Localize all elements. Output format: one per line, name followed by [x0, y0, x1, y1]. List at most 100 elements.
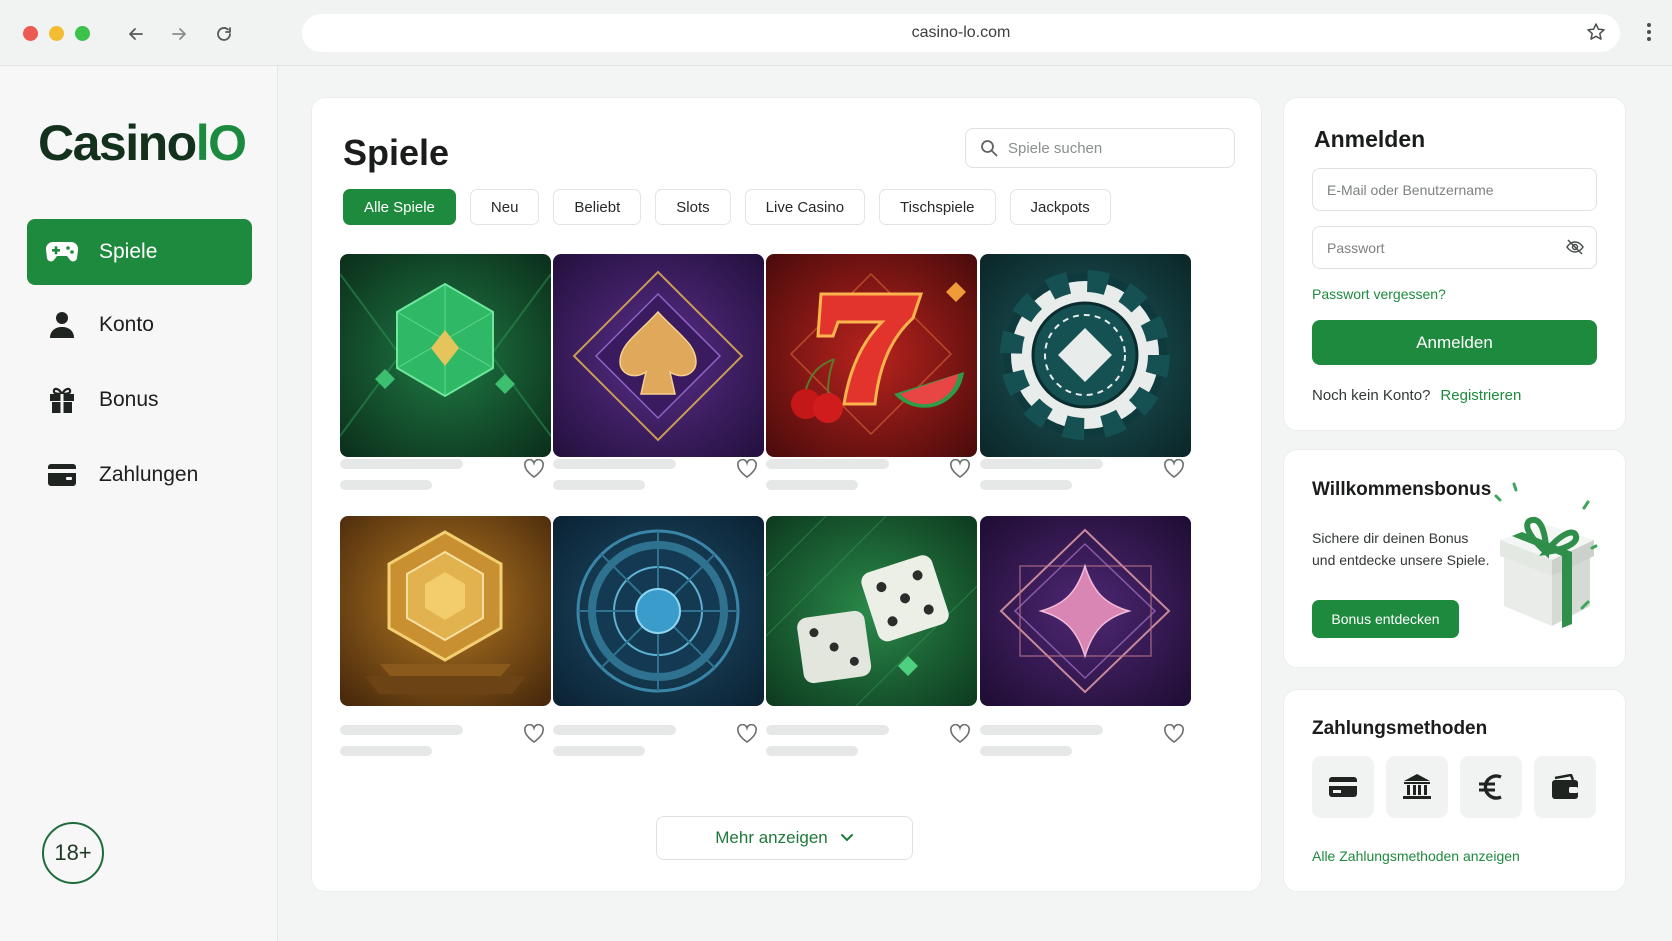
gift-icon: [45, 385, 79, 415]
favorite-heart-icon[interactable]: [949, 459, 971, 479]
search-placeholder: Spiele suchen: [1008, 139, 1103, 157]
game-card[interactable]: [340, 516, 551, 756]
sidebar-item-spiele[interactable]: Spiele: [27, 219, 252, 285]
favorite-heart-icon[interactable]: [523, 459, 545, 479]
casino-logo[interactable]: CasinolO: [38, 114, 247, 172]
close-window-button[interactable]: [23, 26, 38, 41]
subtitle-placeholder: [766, 746, 858, 756]
bonus-title: Willkommensbonus: [1312, 479, 1492, 500]
login-button[interactable]: Anmelden: [1312, 320, 1597, 365]
age-restriction-badge: 18+: [42, 822, 104, 884]
user-icon: [45, 310, 79, 340]
favorite-heart-icon[interactable]: [1163, 459, 1185, 479]
lucky-seven-art[interactable]: [766, 254, 977, 457]
sidebar-item-bonus[interactable]: Bonus: [27, 367, 252, 433]
minimize-window-button[interactable]: [49, 26, 64, 41]
search-icon: [981, 140, 998, 157]
game-card[interactable]: [553, 516, 764, 756]
filter-tischspiele[interactable]: Tischspiele: [879, 189, 996, 225]
subtitle-placeholder: [980, 746, 1072, 756]
title-placeholder: [340, 459, 463, 469]
game-card[interactable]: [553, 254, 764, 490]
login-title: Anmelden: [1314, 126, 1426, 152]
filter-alle-spiele[interactable]: Alle Spiele: [343, 189, 456, 225]
spade-art[interactable]: [553, 254, 764, 457]
logo-prefix: Casino: [38, 115, 197, 171]
game-card[interactable]: [340, 254, 551, 490]
title-placeholder: [980, 725, 1103, 735]
title-placeholder: [766, 459, 889, 469]
discover-bonus-button[interactable]: Bonus entdecken: [1312, 600, 1459, 638]
email-field[interactable]: E-Mail oder Benutzername: [1312, 168, 1597, 211]
poker-chip-art[interactable]: [980, 254, 1191, 457]
title-placeholder: [340, 725, 463, 735]
maximize-window-button[interactable]: [75, 26, 90, 41]
register-link[interactable]: Registrieren: [1440, 387, 1521, 404]
login-panel: Anmelden E-Mail oder Benutzername Passwo…: [1283, 97, 1626, 431]
bank-icon[interactable]: [1386, 756, 1448, 818]
payments-title: Zahlungsmethoden: [1312, 718, 1488, 739]
sidebar-item-label: Bonus: [99, 388, 159, 411]
game-card[interactable]: [766, 516, 977, 756]
filter-live-casino[interactable]: Live Casino: [744, 189, 866, 225]
subtitle-placeholder: [553, 480, 645, 490]
credit-card-icon[interactable]: [1312, 756, 1374, 818]
browser-toolbar: casino-lo.com: [0, 0, 1672, 66]
pink-diamond-art[interactable]: [980, 516, 1191, 706]
sidebar-item-zahlungen[interactable]: Zahlungen: [27, 442, 252, 508]
game-card[interactable]: [980, 516, 1191, 756]
url-text: casino-lo.com: [911, 24, 1011, 41]
wallet-icon[interactable]: [1534, 756, 1596, 818]
filter-tabs: Alle Spiele Neu Beliebt Slots Live Casin…: [343, 189, 1111, 225]
favorite-heart-icon[interactable]: [523, 724, 545, 744]
chevron-down-icon: [840, 834, 853, 842]
emerald-gem-art[interactable]: [340, 254, 551, 457]
title-placeholder: [980, 459, 1103, 469]
browser-menu-icon[interactable]: [1646, 22, 1652, 47]
no-account-text: Noch kein Konto?: [1312, 387, 1431, 404]
sidebar-item-konto[interactable]: Konto: [27, 292, 252, 358]
wallet-icon: [45, 460, 79, 490]
filter-neu[interactable]: Neu: [469, 189, 540, 225]
euro-icon[interactable]: [1460, 756, 1522, 818]
back-icon[interactable]: [122, 20, 150, 48]
golden-hexagon-art[interactable]: [340, 516, 551, 706]
gamepad-icon: [45, 237, 79, 267]
eye-off-icon[interactable]: [1566, 239, 1584, 255]
filter-beliebt[interactable]: Beliebt: [553, 189, 642, 225]
games-panel: Spiele Spiele suchen Alle Spiele Neu Bel…: [311, 97, 1262, 892]
subtitle-placeholder: [340, 480, 432, 490]
dice-art[interactable]: [766, 516, 977, 706]
filter-jackpots[interactable]: Jackpots: [1009, 189, 1111, 225]
address-bar[interactable]: casino-lo.com: [302, 14, 1620, 52]
gift-box-illustration: [1494, 482, 1598, 628]
register-line: Noch kein Konto? Registrieren: [1312, 387, 1521, 404]
game-card[interactable]: [980, 254, 1191, 490]
sidebar: CasinolO Spiele Konto Bonus Zahlungen 18…: [0, 66, 278, 941]
email-placeholder: E-Mail oder Benutzername: [1327, 181, 1494, 198]
show-more-button[interactable]: Mehr anzeigen: [656, 816, 913, 860]
favorite-heart-icon[interactable]: [1163, 724, 1185, 744]
subtitle-placeholder: [340, 746, 432, 756]
search-input[interactable]: Spiele suchen: [965, 128, 1235, 168]
forgot-password-link[interactable]: Passwort vergessen?: [1312, 286, 1446, 302]
filter-slots[interactable]: Slots: [655, 189, 731, 225]
sidebar-item-label: Spiele: [99, 240, 158, 263]
subtitle-placeholder: [553, 746, 645, 756]
bonus-description: Sichere dir deinen Bonus und entdecke un…: [1312, 530, 1490, 568]
show-more-label: Mehr anzeigen: [715, 828, 828, 847]
reload-icon[interactable]: [210, 20, 238, 48]
favorite-heart-icon[interactable]: [736, 459, 758, 479]
page-title: Spiele: [343, 132, 450, 173]
game-card[interactable]: [766, 254, 977, 490]
all-payment-methods-link[interactable]: Alle Zahlungsmethoden anzeigen: [1312, 848, 1520, 864]
favorite-heart-icon[interactable]: [736, 724, 758, 744]
title-placeholder: [553, 459, 676, 469]
bookmark-star-icon[interactable]: [1586, 22, 1606, 47]
favorite-heart-icon[interactable]: [949, 724, 971, 744]
forward-icon[interactable]: [165, 20, 193, 48]
password-field[interactable]: Passwort: [1312, 226, 1597, 269]
roulette-wheel-art[interactable]: [553, 516, 764, 706]
bonus-panel: Willkommensbonus Sichere dir deinen Bonu…: [1283, 449, 1626, 668]
subtitle-placeholder: [980, 480, 1072, 490]
